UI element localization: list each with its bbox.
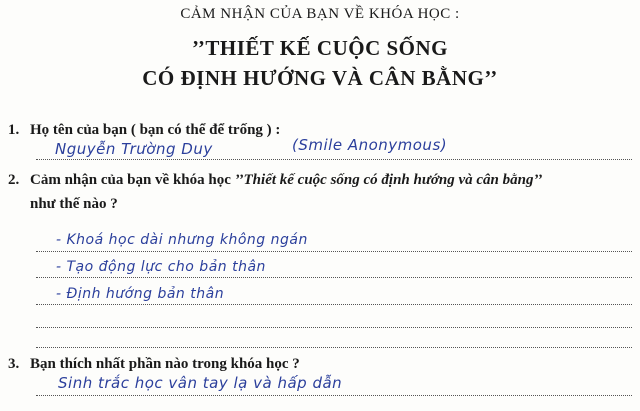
survey-form-page: CẢM NHẬN CỦA BẠN VỀ KHÓA HỌC : ’’THIẾT K…	[0, 0, 640, 411]
question-1-number: 1.	[8, 122, 20, 138]
answer-2-dotline-3	[36, 304, 632, 305]
course-title-line-1: ’’THIẾT KẾ CUỘC SỐNG	[191, 36, 448, 60]
question-1-text: Họ tên của bạn ( bạn có thể để trống ) :	[30, 122, 281, 138]
answer-3: Sinh trắc học vân tay lạ và hấp dẫn	[58, 374, 343, 392]
question-2-text: Cảm nhận của bạn về khóa học	[30, 172, 235, 188]
answer-1-line	[36, 159, 632, 160]
course-title-line-2: CÓ ĐỊNH HƯỚNG VÀ CÂN BẰNG’’	[142, 66, 498, 90]
answer-1-name: Nguyễn Trường Duy	[55, 140, 213, 158]
question-3-text: Bạn thích nhất phần nào trong khóa học ?	[30, 356, 300, 372]
question-1: 1. Họ tên của bạn ( bạn có thể để trống )…	[8, 122, 280, 139]
question-3-number: 3.	[8, 356, 20, 372]
question-2-continuation: như thế nào ?	[30, 196, 118, 212]
course-name-italic: ’’Thiết kế cuộc sống có định hướng và câ…	[234, 172, 543, 188]
answer-2-dotline-1	[36, 251, 632, 252]
answer-2-line-3: - Định hướng bản thân	[56, 286, 225, 302]
answer-2-dotline-2	[36, 277, 632, 278]
answer-3-line	[36, 395, 632, 396]
question-3: 3. Bạn thích nhất phần nào trong khóa học…	[8, 356, 300, 373]
question-2: 2. Cảm nhận của bạn về khóa học ’’Thiết k…	[8, 172, 542, 189]
form-heading: CẢM NHẬN CỦA BẠN VỀ KHÓA HỌC :	[180, 6, 460, 22]
answer-1-alias: (Smile Anonymous)	[292, 136, 448, 154]
answer-2-line-1: - Khoá học dài nhưng không ngán	[56, 232, 308, 248]
answer-2-dotline-5	[36, 347, 632, 348]
answer-2-dotline-4	[36, 327, 632, 328]
answer-2-line-2: - Tạo động lực cho bản thân	[56, 259, 266, 275]
question-2-number: 2.	[8, 172, 20, 188]
